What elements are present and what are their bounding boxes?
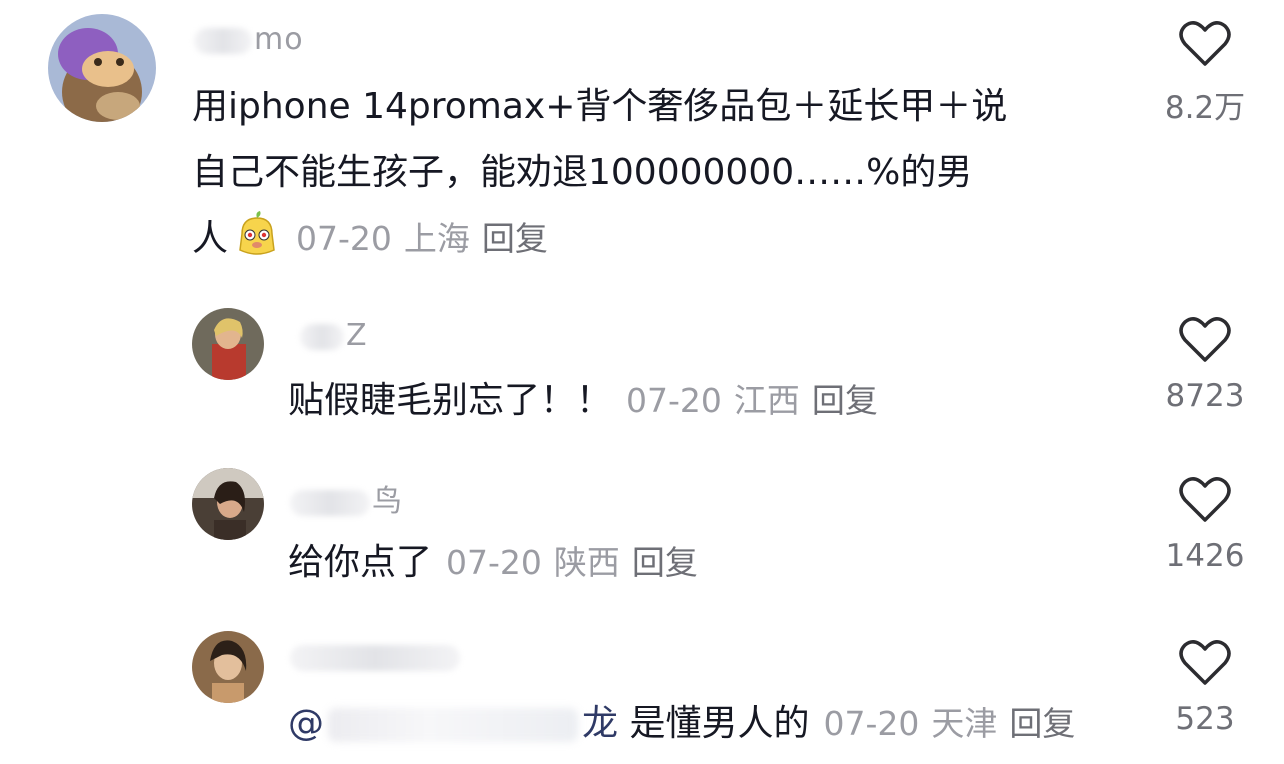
comment-date: 07-20 [446,543,542,582]
like-count: 8723 [1165,378,1245,414]
comment-item: @ 龙 是懂男人的 07-20 天津 回复 523 [0,625,1284,764]
like-button[interactable]: 8723 [1150,316,1260,414]
comment-location: 上海 [403,219,470,258]
like-count: 523 [1175,701,1235,737]
comment-location: 陕西 [553,543,620,582]
avatar[interactable] [192,631,264,703]
username[interactable]: mo [194,22,304,57]
comment-date: 07-20 [626,381,722,420]
comment-text: 给你点了 07-20 陕西 回复 [288,530,710,596]
mention-link[interactable]: @ 龙 [288,703,618,744]
comment-meta: 07-20 陕西 回复 [446,543,710,582]
heart-outline-icon [1179,21,1231,66]
like-button[interactable]: 523 [1150,639,1260,737]
reply-button[interactable]: 回复 [632,543,698,582]
avatar[interactable] [192,308,264,380]
comment-location: 天津 [931,704,998,743]
like-count: 1426 [1165,538,1245,574]
reply-button[interactable]: 回复 [812,381,878,420]
comment-text: 贴假睫毛别忘了！！ 07-20 江西 回复 [288,368,890,434]
comment-item: Z 贴假睫毛别忘了！！ 07-20 江西 回复 8723 [0,300,1284,460]
heart-outline-icon [1179,640,1231,685]
reply-button[interactable]: 回复 [482,219,548,258]
comment-text: 用iphone 14promax+背个奢侈品包＋延长甲＋说 自己不能生孩子，能劝… [192,86,1008,260]
comment-date: 07-20 [823,704,920,743]
comment-location: 江西 [733,381,800,420]
heart-outline-icon [1179,477,1231,522]
username[interactable] [290,639,462,674]
comment-text: @ 龙 是懂男人的 07-20 天津 回复 [288,691,1087,757]
like-button[interactable]: 1426 [1150,476,1260,574]
comment-meta: 07-20 天津 回复 [823,704,1087,743]
avatar[interactable] [48,14,156,122]
yellow-face-emoji-icon [232,210,282,260]
comment-date: 07-20 [296,219,392,258]
avatar[interactable] [192,468,264,540]
like-button[interactable]: 8.2万 [1150,20,1260,127]
like-count: 8.2万 [1164,90,1246,126]
username[interactable]: Z [300,318,368,353]
comment-item: mo 用iphone 14promax+背个奢侈品包＋延长甲＋说 自己不能生孩子… [0,0,1284,300]
reply-button[interactable]: 回复 [1009,704,1075,743]
comment-meta: 07-20 上海 回复 [296,219,560,258]
comment-item: 鸟 给你点了 07-20 陕西 回复 1426 [0,460,1284,625]
heart-outline-icon [1179,317,1231,362]
comment-meta: 07-20 江西 回复 [626,381,890,420]
username[interactable]: 鸟 [290,476,403,520]
